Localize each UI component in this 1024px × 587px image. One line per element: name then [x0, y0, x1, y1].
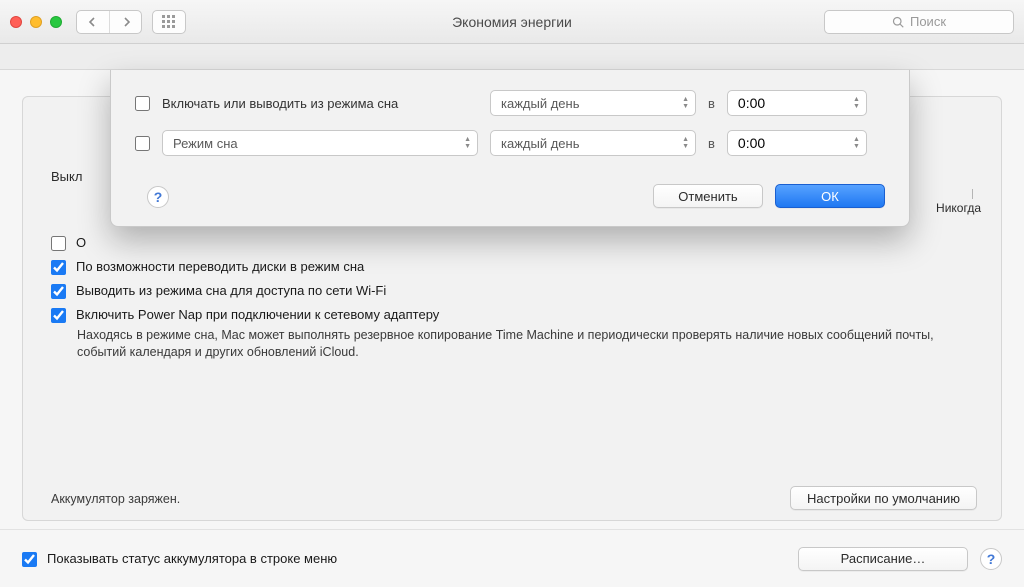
disk-sleep-row: По возможности переводить диски в режим …	[51, 259, 973, 275]
search-placeholder: Поиск	[910, 14, 946, 29]
power-nap-row: Включить Power Nap при подключении к сет…	[51, 307, 973, 323]
schedule-wake-row: Включать или выводить из режима сна кажд…	[135, 90, 885, 116]
slider-never-fragment: Никогда	[936, 189, 981, 215]
back-button[interactable]	[77, 11, 109, 33]
schedule-sleep-row: Режим сна ▲▼ каждый день ▲▼ в 0:00 ▲▼	[135, 130, 885, 156]
restore-defaults-button[interactable]: Настройки по умолчанию	[790, 486, 977, 510]
schedule-sleep-time-field[interactable]: 0:00 ▲▼	[727, 130, 867, 156]
slider-tick	[972, 189, 973, 199]
traffic-lights	[10, 16, 62, 28]
schedule-sheet: Включать или выводить из режима сна кажд…	[110, 70, 910, 227]
power-nap-description: Находясь в режиме сна, Mac может выполня…	[77, 327, 973, 361]
schedule-wake-time-field[interactable]: 0:00 ▲▼	[727, 90, 867, 116]
close-window-icon[interactable]	[10, 16, 22, 28]
schedule-sleep-action-select[interactable]: Режим сна ▲▼	[162, 130, 478, 156]
stepper-icon: ▲▼	[853, 96, 860, 110]
wake-wifi-row: Выводить из режима сна для доступа по се…	[51, 283, 973, 299]
minimize-window-icon[interactable]	[30, 16, 42, 28]
main-area: Выкл Никогда О По возможности переводить…	[0, 70, 1024, 529]
cancel-button[interactable]: Отменить	[653, 184, 763, 208]
disk-sleep-checkbox[interactable]	[51, 260, 66, 275]
option-checkbox-0[interactable]	[51, 236, 66, 251]
option-label-truncated: О	[76, 235, 86, 250]
zoom-window-icon[interactable]	[50, 16, 62, 28]
schedule-sleep-checkbox[interactable]	[135, 136, 150, 151]
show-battery-menu-row: Показывать статус аккумулятора в строке …	[22, 551, 337, 567]
ok-button[interactable]: ОК	[775, 184, 885, 208]
schedule-wake-checkbox[interactable]	[135, 96, 150, 111]
schedule-wake-day-select[interactable]: каждый день ▲▼	[490, 90, 696, 116]
show-battery-menu-label: Показывать статус аккумулятора в строке …	[47, 551, 337, 566]
schedule-wake-label: Включать или выводить из режима сна	[162, 96, 478, 111]
at-label-2: в	[708, 136, 715, 151]
nav-back-forward	[76, 10, 142, 34]
chevron-updown-icon: ▲▼	[682, 96, 689, 110]
chevron-updown-icon: ▲▼	[464, 136, 471, 150]
schedule-button[interactable]: Расписание…	[798, 547, 968, 571]
show-all-prefs-button[interactable]	[152, 10, 186, 34]
titlebar: Экономия энергии Поиск	[0, 0, 1024, 44]
search-field[interactable]: Поиск	[824, 10, 1014, 34]
option-row-truncated: О	[51, 235, 973, 251]
disk-sleep-label: По возможности переводить диски в режим …	[76, 259, 364, 274]
stepper-icon: ▲▼	[853, 136, 860, 150]
sheet-button-row: Отменить ОК	[135, 184, 885, 208]
at-label-1: в	[708, 96, 715, 111]
tab-strip	[0, 44, 1024, 70]
bg-label-turnoff: Выкл	[51, 169, 82, 184]
grid-icon	[162, 15, 176, 29]
power-nap-label: Включить Power Nap при подключении к сет…	[76, 307, 439, 322]
schedule-sleep-day-select[interactable]: каждый день ▲▼	[490, 130, 696, 156]
wake-wifi-checkbox[interactable]	[51, 284, 66, 299]
help-button[interactable]: ?	[980, 548, 1002, 570]
bottom-strip: Показывать статус аккумулятора в строке …	[0, 529, 1024, 587]
power-nap-checkbox[interactable]	[51, 308, 66, 323]
chevron-updown-icon: ▲▼	[682, 136, 689, 150]
forward-button[interactable]	[109, 11, 141, 33]
slider-never-label: Никогда	[936, 201, 981, 215]
show-battery-menu-checkbox[interactable]	[22, 552, 37, 567]
wake-wifi-label: Выводить из режима сна для доступа по се…	[76, 283, 386, 298]
help-button-sheet[interactable]: ?	[147, 186, 169, 208]
battery-status: Аккумулятор заряжен.	[51, 492, 180, 506]
search-icon	[892, 16, 904, 28]
